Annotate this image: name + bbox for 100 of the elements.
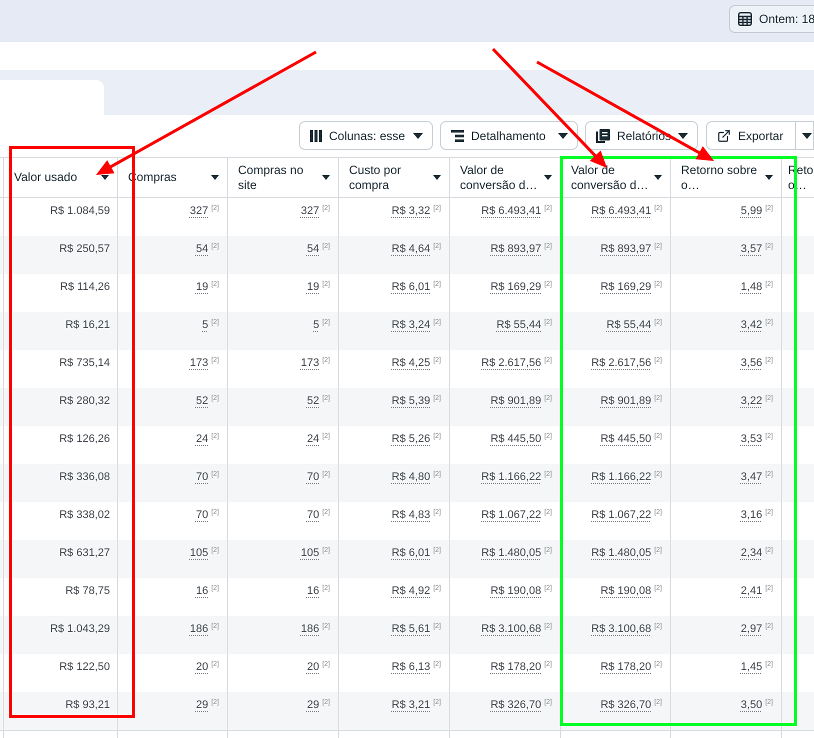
- metric-value: 327: [190, 204, 208, 218]
- metric-value: R$ 178,20: [490, 660, 542, 674]
- documents-icon: [596, 128, 610, 142]
- amount-spent-value: R$ 631,27: [59, 546, 110, 560]
- metric-value: R$ 326,70: [490, 698, 542, 712]
- metric-value: R$ 1.480,05: [481, 546, 542, 560]
- toolbar-button[interactable]: Colunas: esse: [299, 121, 433, 150]
- metric-value: R$ 190,08: [600, 584, 652, 598]
- metric-value: 52: [196, 394, 208, 408]
- amount-spent-value: R$ 93,21: [65, 698, 110, 712]
- metric-value: 16: [306, 584, 320, 598]
- toolbar-button[interactable]: Detalhamento: [440, 121, 578, 150]
- metric-value: 52: [306, 394, 320, 408]
- metric-value: R$ 5,61: [392, 622, 430, 636]
- metric-value: R$ 2.617,56: [481, 356, 542, 370]
- metric-value: R$ 190,08: [490, 584, 542, 598]
- breakdown-icon: [451, 130, 464, 142]
- metric-value: R$ 3,32: [392, 204, 430, 218]
- metric-value: 3,42: [740, 318, 762, 332]
- metric-value: R$ 169,29: [600, 280, 652, 294]
- amount-spent-value: R$ 78,75: [65, 584, 110, 598]
- metric-value: R$ 445,50: [490, 432, 542, 446]
- amount-spent-value: R$ 16,21: [65, 318, 110, 332]
- metric-value: 3,56: [740, 356, 762, 370]
- metric-value: 2,41: [740, 584, 762, 598]
- metric-value: 20: [196, 660, 208, 674]
- metric-value: 16: [196, 584, 208, 598]
- metric-value: 29: [306, 698, 320, 712]
- column-header[interactable]: Custo por compra: [339, 158, 450, 197]
- metric-value: 24: [196, 432, 208, 446]
- metric-value: R$ 5,39: [392, 394, 430, 408]
- metric-value: 327: [300, 204, 320, 218]
- metric-value: R$ 901,89: [600, 394, 652, 408]
- metric-value: R$ 3.100,68: [591, 622, 652, 636]
- metric-value: R$ 4,25: [392, 356, 430, 370]
- metric-value: 29: [196, 698, 208, 712]
- metric-value: 70: [196, 508, 208, 522]
- metric-value: R$ 6.493,41: [481, 204, 542, 218]
- metric-value: R$ 4,64: [392, 242, 430, 256]
- amount-spent-value: R$ 280,32: [59, 394, 110, 408]
- metric-value: 3,57: [740, 242, 762, 256]
- metric-value: 70: [196, 470, 208, 484]
- metric-value: 20: [306, 660, 320, 674]
- amount-spent-value: R$ 250,57: [59, 242, 110, 256]
- metric-value: 3,22: [740, 394, 762, 408]
- metric-value: 2,34: [740, 546, 762, 560]
- amount-spent-value: R$ 735,14: [59, 356, 110, 370]
- metric-value: R$ 3,21: [392, 698, 430, 712]
- metric-value: 3,47: [740, 470, 762, 484]
- metric-value: 186: [190, 622, 208, 636]
- amount-spent-value: R$ 1.084,59: [50, 204, 110, 218]
- metric-value: R$ 5,26: [392, 432, 430, 446]
- metric-value: 19: [196, 280, 208, 294]
- metric-value: 70: [306, 508, 320, 522]
- metric-value: 3,53: [740, 432, 762, 446]
- metric-value: R$ 901,89: [490, 394, 542, 408]
- metric-value: R$ 55,44: [496, 318, 542, 332]
- metric-value: 105: [190, 546, 208, 560]
- metric-value: 3,50: [740, 698, 762, 712]
- amount-spent-value: R$ 336,08: [59, 470, 110, 484]
- export-icon: [717, 128, 731, 142]
- metric-value: R$ 1.166,22: [481, 470, 542, 484]
- metric-value: R$ 6,01: [392, 546, 430, 560]
- calendar-icon: [738, 12, 752, 26]
- metric-value: 24: [306, 432, 320, 446]
- metric-value: R$ 178,20: [600, 660, 652, 674]
- metric-value: R$ 6.493,41: [591, 204, 652, 218]
- metric-value: R$ 1.067,22: [591, 508, 652, 522]
- metric-value: 5: [202, 318, 208, 332]
- amount-spent-value: R$ 126,26: [59, 432, 110, 446]
- metric-value: 1,48: [740, 280, 762, 294]
- metric-value: R$ 3,24: [392, 318, 430, 332]
- metric-value: 5,99: [740, 204, 762, 218]
- metric-value: 173: [300, 356, 320, 370]
- metric-value: 3,16: [740, 508, 762, 522]
- metric-value: 54: [306, 242, 320, 256]
- metric-value: R$ 6,01: [392, 280, 430, 294]
- metric-value: R$ 1.067,22: [481, 508, 542, 522]
- metric-value: R$ 169,29: [490, 280, 542, 294]
- column-header[interactable]: Valor de conversão d…: [450, 158, 561, 197]
- metric-value: R$ 55,44: [606, 318, 652, 332]
- metric-value: 19: [306, 280, 320, 294]
- toolbar-button[interactable]: Exportar: [706, 121, 796, 150]
- metric-value: R$ 6,13: [392, 660, 430, 674]
- metric-value: R$ 4,92: [392, 584, 430, 598]
- metric-value: R$ 2.617,56: [591, 356, 652, 370]
- metric-value: R$ 326,70: [600, 698, 652, 712]
- amount-spent-value: R$ 122,50: [59, 660, 110, 674]
- columns-icon: [310, 130, 322, 142]
- amount-spent-value: R$ 1.043,29: [50, 622, 110, 636]
- metric-value: 1,45: [740, 660, 762, 674]
- column-header[interactable]: Compras no site: [228, 158, 339, 197]
- metric-value: R$ 4,83: [392, 508, 430, 522]
- more-options-button[interactable]: [796, 121, 814, 150]
- amount-spent-value: R$ 338,02: [59, 508, 110, 522]
- metric-value: R$ 445,50: [600, 432, 652, 446]
- metric-value: 54: [196, 242, 208, 256]
- metric-value: 105: [300, 546, 320, 560]
- metric-value: R$ 893,97: [490, 242, 542, 256]
- metric-value: R$ 4,80: [392, 470, 430, 484]
